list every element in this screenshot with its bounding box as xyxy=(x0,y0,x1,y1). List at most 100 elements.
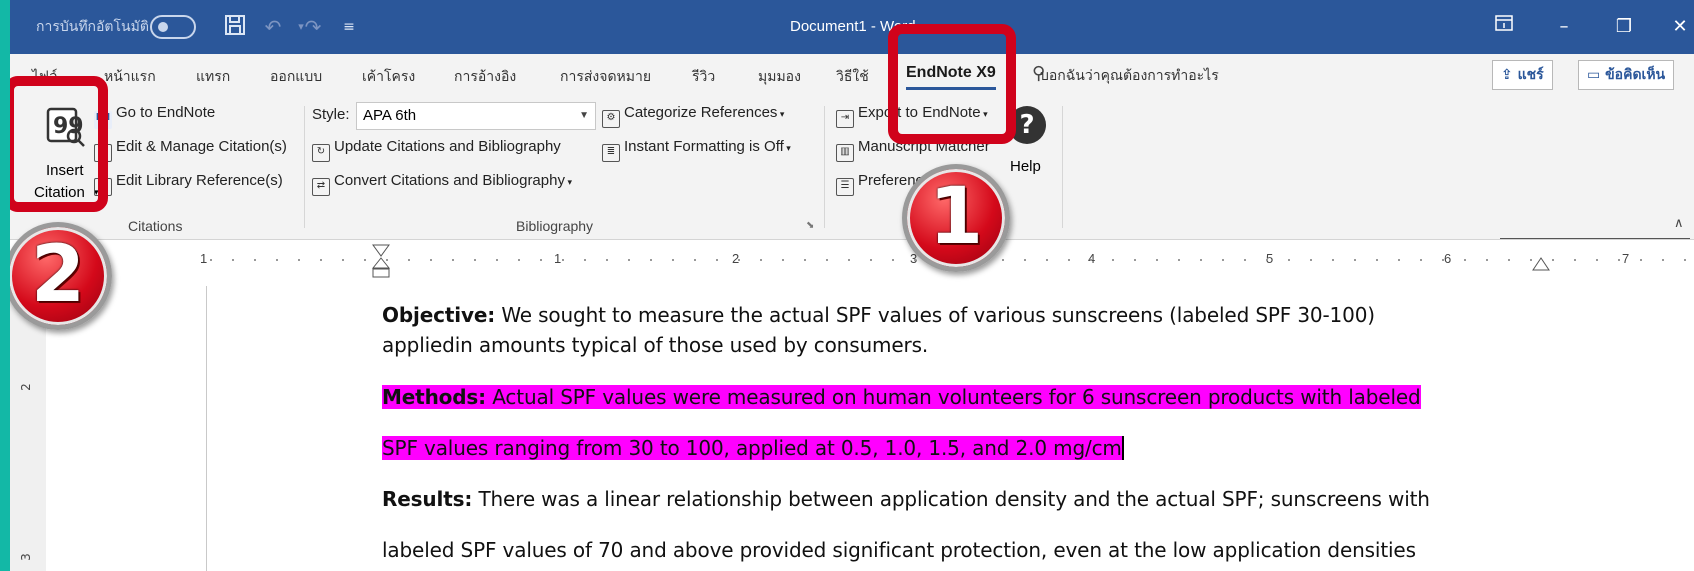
objective-line-2: appliedin amounts typical of those used … xyxy=(382,333,929,357)
ruler-tick xyxy=(1442,259,1444,261)
ruler-tick xyxy=(1464,259,1466,261)
go-to-endnote-button[interactable]: EN Go to EndNote xyxy=(94,104,215,129)
ruler-tick xyxy=(1530,259,1532,261)
edit-manage-citations-button[interactable]: ” Edit & Manage Citation(s) xyxy=(94,138,287,162)
ruler-tick xyxy=(1156,259,1158,261)
ruler-tick xyxy=(1178,259,1180,261)
ruler-tick xyxy=(694,259,696,261)
ruler-tick xyxy=(1662,259,1664,261)
ruler-tick xyxy=(1640,259,1642,261)
undo-icon[interactable]: ↶ xyxy=(260,14,286,40)
minimize-icon[interactable]: – xyxy=(1534,0,1594,54)
ruler-tick xyxy=(1090,259,1092,261)
categorize-references-button[interactable]: ⚙ Categorize References ▾ xyxy=(602,104,784,128)
step-1-badge: 1 xyxy=(902,164,1010,272)
ruler-tick xyxy=(716,259,718,261)
horizontal-ruler: 1 1 2 3 4 5 6 7 xyxy=(10,240,1694,280)
tab-mailings[interactable]: การส่งจดหมาย xyxy=(560,66,651,88)
categorize-icon: ⚙ xyxy=(602,110,620,128)
ruler-tick xyxy=(584,259,586,261)
save-icon[interactable] xyxy=(222,14,248,40)
tab-home[interactable]: หน้าแรก xyxy=(104,66,156,88)
ruler-number: 3 xyxy=(18,553,33,561)
ruler-tick xyxy=(760,259,762,261)
share-icon: ⇪ xyxy=(1501,67,1518,83)
tab-review[interactable]: รีวิว xyxy=(692,66,715,88)
manuscript-icon: ▥ xyxy=(836,144,854,162)
ruler-tick xyxy=(430,259,432,261)
update-citations-button[interactable]: ↻ Update Citations and Bibliography xyxy=(312,138,561,162)
first-line-indent-marker[interactable] xyxy=(371,244,391,278)
edit-library-reference-button[interactable]: ✎ Edit Library Reference(s) xyxy=(94,172,283,196)
tab-design[interactable]: ออกแบบ xyxy=(270,66,322,88)
ruler-tick xyxy=(1508,259,1510,261)
ruler-tick xyxy=(1024,259,1026,261)
ruler-tick xyxy=(1222,259,1224,261)
ruler-tick xyxy=(1112,259,1114,261)
ruler-tick xyxy=(1552,259,1554,261)
citations-group-label: Citations xyxy=(128,218,183,234)
ruler-tick xyxy=(1200,259,1202,261)
formatting-icon: ≣ xyxy=(602,144,620,162)
ruler-tick xyxy=(804,259,806,261)
ruler-tick xyxy=(540,259,542,261)
ruler-tick xyxy=(1068,259,1070,261)
tab-insert[interactable]: แทรก xyxy=(196,66,230,88)
ruler-tick xyxy=(1596,259,1598,261)
tab-view[interactable]: มุมมอง xyxy=(758,66,801,88)
right-indent-marker[interactable] xyxy=(1532,256,1550,271)
ruler-tick xyxy=(628,259,630,261)
ruler-tick xyxy=(1002,259,1004,261)
autosave-toggle[interactable] xyxy=(150,15,196,39)
ruler-tick xyxy=(1332,259,1334,261)
group-divider xyxy=(304,106,305,228)
tab-layout[interactable]: เค้าโครง xyxy=(362,66,415,88)
ruler-tick xyxy=(826,259,828,261)
redo-icon[interactable]: ↷ xyxy=(300,14,326,40)
ruler-tick xyxy=(1046,259,1048,261)
ruler-tick xyxy=(232,259,234,261)
ruler-tick xyxy=(782,259,784,261)
comment-icon: ▭ xyxy=(1587,67,1606,83)
ruler-tick xyxy=(562,259,564,261)
ribbon-edge xyxy=(1500,238,1690,239)
ruler-tick xyxy=(210,259,212,261)
ruler-tick xyxy=(1288,259,1290,261)
ruler-number: 7 xyxy=(1622,251,1630,266)
ruler-tick xyxy=(386,259,388,261)
close-icon[interactable]: ✕ xyxy=(1650,0,1694,54)
comments-button[interactable]: ▭ ข้อคิดเห็น xyxy=(1578,60,1675,90)
ruler-number: 2 xyxy=(18,383,33,391)
title-bar: การบันทึกอัตโนมัติ ↶ ▾ ↷ ≡ Document1 - W… xyxy=(10,0,1694,54)
ruler-number: 1 xyxy=(554,251,562,266)
text-cursor xyxy=(1121,436,1124,460)
style-dropdown[interactable]: APA 6th ▼ xyxy=(356,102,596,130)
export-icon: ⇥ xyxy=(836,110,854,128)
dialog-launcher-icon[interactable]: ⬊ xyxy=(806,220,814,231)
ruler-tick xyxy=(518,259,520,261)
chevron-down-icon: ▼ xyxy=(579,110,589,121)
ruler-tick xyxy=(298,259,300,261)
convert-citations-button[interactable]: ⇄ Convert Citations and Bibliography ▾ xyxy=(312,172,572,196)
ruler-tick xyxy=(848,259,850,261)
tab-references[interactable]: การอ้างอิง xyxy=(454,66,516,88)
restore-icon[interactable]: ❐ xyxy=(1594,0,1654,54)
ruler-tick xyxy=(1244,259,1246,261)
ruler-number: 1 xyxy=(200,251,208,266)
ruler-tick xyxy=(1398,259,1400,261)
ruler-tick xyxy=(452,259,454,261)
instant-formatting-button[interactable]: ≣ Instant Formatting is Off ▾ xyxy=(602,138,791,162)
ruler-tick xyxy=(892,259,894,261)
ribbon-display-icon[interactable] xyxy=(1474,0,1534,54)
collapse-ribbon-icon[interactable]: ∧ xyxy=(1674,216,1684,231)
ribbon: 99 Insert Citation ▾ EN Go to EndNote ” Ed… xyxy=(10,98,1694,240)
ribbon-tabs: ไฟล์ หน้าแรก แทรก ออกแบบ เค้าโครง การอ้า… xyxy=(10,54,1694,98)
word-window: การบันทึกอัตโนมัติ ↶ ▾ ↷ ≡ Document1 - W… xyxy=(10,0,1694,571)
tell-me-search[interactable]: บอกฉันว่าคุณต้องการทำอะไร xyxy=(1040,65,1219,87)
tab-help[interactable]: วิธีใช้ xyxy=(836,66,869,88)
group-divider xyxy=(824,106,825,228)
methods-line-2: SPF values ranging from 30 to 100, appli… xyxy=(382,436,1124,460)
ruler-tick xyxy=(276,259,278,261)
share-button[interactable]: ⇪ แชร์ xyxy=(1492,60,1553,90)
customize-qat-icon[interactable]: ≡ xyxy=(336,14,362,40)
